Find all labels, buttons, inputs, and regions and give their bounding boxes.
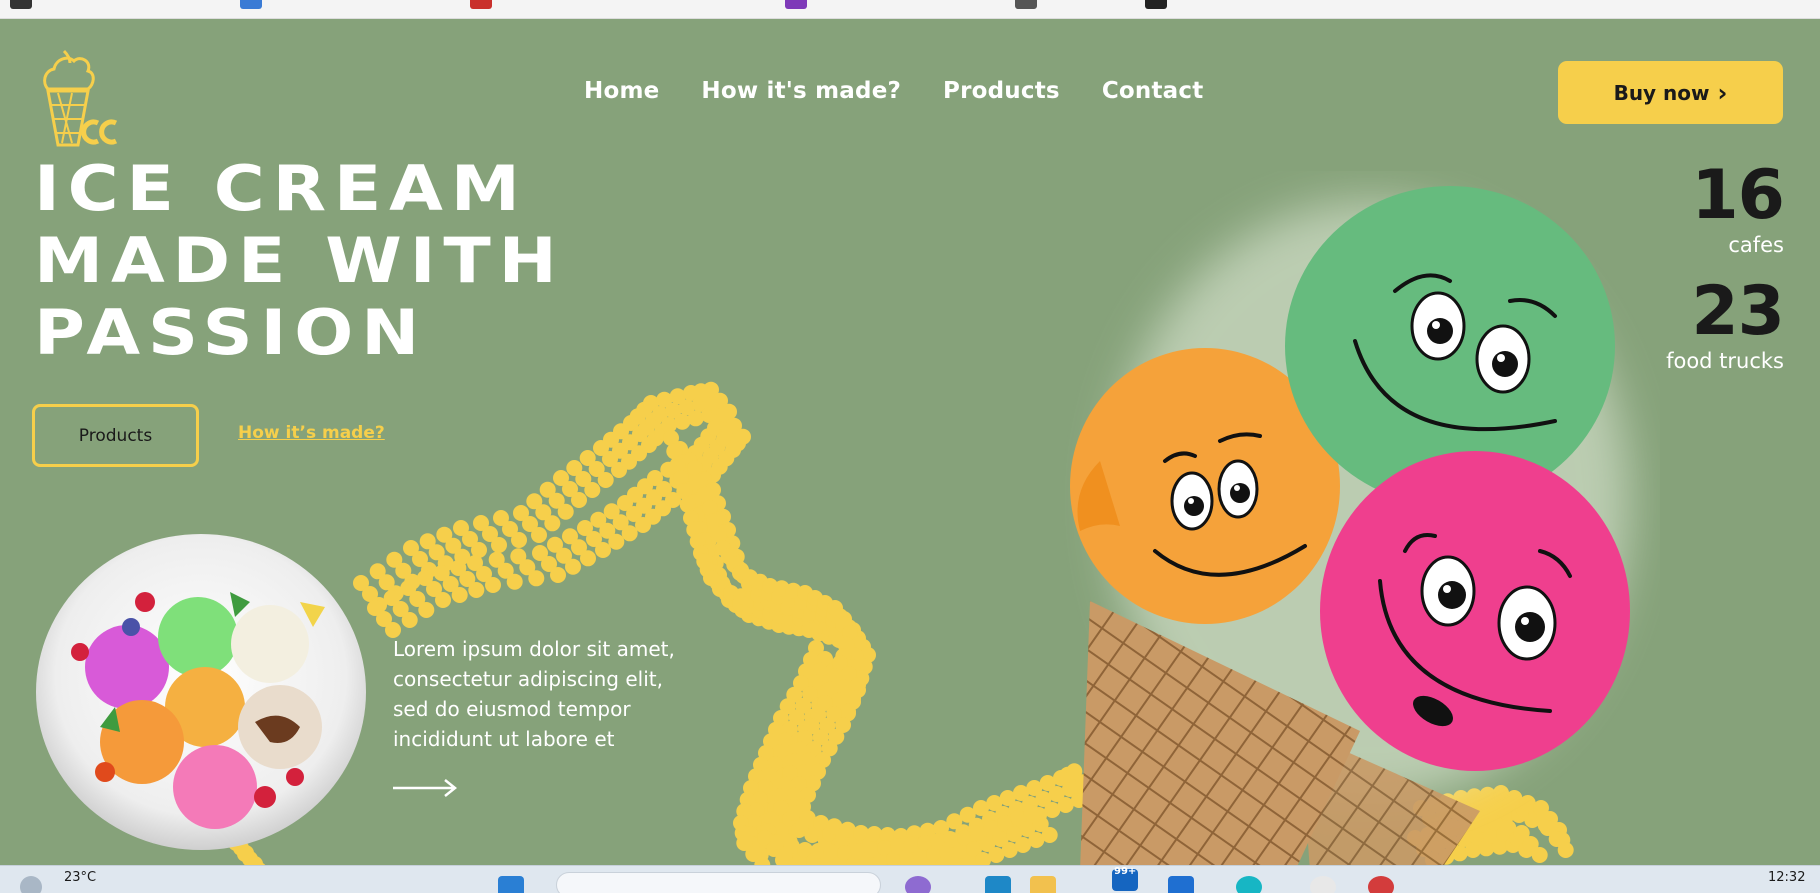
swirl-dot xyxy=(735,428,751,445)
hero-description: Lorem ipsum dolor sit amet, consectetur … xyxy=(393,634,723,754)
swirl-dot xyxy=(531,527,547,543)
swirl-dot xyxy=(511,532,527,548)
swirl-dot xyxy=(571,492,587,508)
description-line: incididunt ut labore et xyxy=(393,727,615,751)
bookmark-icon[interactable] xyxy=(10,0,32,9)
bookmark-icon[interactable] xyxy=(1015,0,1037,9)
swirl-dot xyxy=(528,570,545,587)
swirl-dot xyxy=(435,592,451,608)
swirl-dot xyxy=(595,542,611,558)
stat-value: 16 xyxy=(1691,156,1785,235)
app-icon[interactable] xyxy=(1236,876,1262,893)
swirl-dot xyxy=(506,573,523,590)
swirl-dot xyxy=(565,558,581,575)
arrow-right-icon[interactable] xyxy=(393,778,459,798)
system-clock: 12:32 xyxy=(1768,870,1806,885)
swirl-dot xyxy=(550,567,566,583)
stat-value: 23 xyxy=(1691,272,1785,351)
swirl-dot xyxy=(485,577,501,593)
ice-cream-plate-image xyxy=(36,534,366,850)
app-icon[interactable] xyxy=(985,876,1011,893)
description-line: consectetur adipiscing elit, xyxy=(393,667,663,691)
how-its-made-link[interactable]: How it’s made? xyxy=(238,423,385,443)
main-nav: Home How it's made? Products Contact xyxy=(584,78,1203,104)
os-taskbar: 23°C 99+ 12:32 xyxy=(0,865,1820,893)
stat-label: food trucks xyxy=(1666,349,1784,373)
nav-how-its-made[interactable]: How it's made? xyxy=(701,78,901,104)
browser-icon[interactable] xyxy=(1368,876,1394,893)
nav-contact[interactable]: Contact xyxy=(1102,78,1204,104)
search-box[interactable] xyxy=(556,872,881,893)
ice-cream-logo-icon[interactable] xyxy=(34,45,124,153)
nav-home[interactable]: Home xyxy=(584,78,659,104)
chevron-right-icon: › xyxy=(1717,78,1728,107)
headline-line: PASSION xyxy=(34,296,428,369)
buy-now-label: Buy now xyxy=(1613,80,1710,105)
swirl-dot xyxy=(608,533,625,550)
swirl-dot xyxy=(468,582,485,598)
notification-badge: 99+ xyxy=(1114,866,1137,877)
stat-food-trucks: 23 food trucks xyxy=(1666,272,1785,374)
folder-icon[interactable] xyxy=(1030,876,1056,893)
stat-cafes: 16 cafes xyxy=(1691,156,1785,258)
app-icon[interactable] xyxy=(905,876,931,893)
swirl-dot xyxy=(584,482,601,498)
swirl-dot xyxy=(597,472,614,488)
swirl-dot xyxy=(557,503,574,520)
app-icon[interactable] xyxy=(1168,876,1194,893)
windows-start-icon[interactable] xyxy=(498,876,524,893)
bookmark-icon[interactable] xyxy=(470,0,492,9)
headline-line: MADE WITH xyxy=(34,224,565,297)
weather-icon[interactable] xyxy=(20,876,42,893)
stat-label: cafes xyxy=(1728,233,1784,257)
headline-line: ICE CREAM xyxy=(34,152,528,225)
swirl-dot xyxy=(451,587,468,603)
swirl-dot xyxy=(491,537,507,553)
hero-section: Home How it's made? Products Contact Buy… xyxy=(0,19,1820,865)
swirl-dot xyxy=(544,515,561,532)
bookmarks-bar xyxy=(0,0,1820,19)
bookmark-icon[interactable] xyxy=(1145,0,1167,9)
app-icon[interactable] xyxy=(1310,876,1336,893)
buy-now-button[interactable]: Buy now › xyxy=(1558,61,1783,124)
bookmark-icon[interactable] xyxy=(240,0,262,9)
description-line: sed do eiusmod tempor xyxy=(393,697,631,721)
bookmark-icon[interactable] xyxy=(785,0,807,9)
weather-temperature: 23°C xyxy=(64,870,97,885)
products-button[interactable]: Products xyxy=(32,404,199,467)
pink-scoop xyxy=(1320,451,1630,771)
swirl-dot xyxy=(580,550,596,567)
swirl-dot xyxy=(401,612,418,628)
swirl-dot xyxy=(418,602,435,618)
swirl-dot xyxy=(687,410,704,427)
smiling-ice-cream-cone-image xyxy=(1070,186,1630,865)
swirl-dot xyxy=(674,413,691,430)
description-line: Lorem ipsum dolor sit amet, xyxy=(393,637,675,661)
hero-headline: ICE CREAM MADE WITH PASSION xyxy=(34,153,565,369)
swirl-dot xyxy=(621,525,638,542)
nav-products[interactable]: Products xyxy=(943,78,1060,104)
